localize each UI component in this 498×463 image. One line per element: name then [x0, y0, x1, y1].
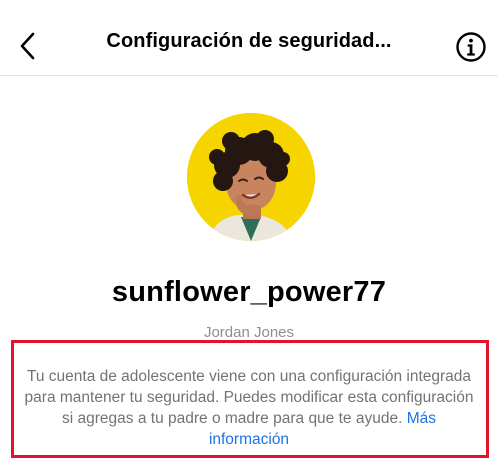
avatar	[187, 113, 315, 241]
back-button[interactable]	[10, 24, 46, 68]
page-title: Configuración de seguridad...	[106, 30, 392, 52]
info-button[interactable]	[454, 30, 488, 64]
info-circle-icon	[456, 32, 486, 62]
profile-photo	[187, 113, 315, 241]
top-navigation-bar: Configuración de seguridad...	[0, 0, 498, 76]
profile-username: sunflower_power77	[111, 276, 387, 308]
chevron-left-icon	[20, 32, 35, 60]
safety-settings-screen: Configuración de seguridad... sunflower_…	[0, 0, 498, 463]
profile-full-name: Jordan Jones	[203, 324, 295, 341]
teen-account-notice: Tu cuenta de adolescente viene con una c…	[22, 366, 476, 450]
